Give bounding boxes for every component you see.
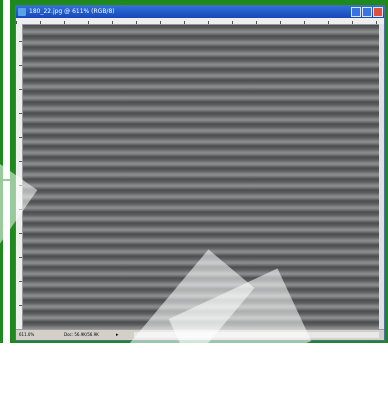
close-button[interactable]: [373, 7, 383, 17]
document-size-info: Doc: 56.9K/56.9K: [64, 332, 99, 337]
maximize-button[interactable]: [362, 7, 372, 17]
photoshop-app-icon: [18, 8, 26, 16]
status-bar: 611.0% Doc: 56.9K/56.9K ▸: [16, 329, 384, 340]
zoom-level[interactable]: 611.0%: [19, 330, 34, 340]
document-window[interactable]: 180_22.jpg @ 611% (RGB/8) 611.0% Doc: 56…: [15, 5, 385, 341]
document-titlebar[interactable]: 180_22.jpg @ 611% (RGB/8): [16, 6, 384, 18]
minimize-button[interactable]: [351, 7, 361, 17]
document-title: 180_22.jpg @ 611% (RGB/8): [29, 8, 115, 15]
vertical-scrollbar[interactable]: [379, 24, 384, 330]
status-menu-arrow-icon[interactable]: ▸: [116, 330, 119, 340]
image-canvas[interactable]: [23, 25, 379, 330]
vertical-ruler: [16, 24, 23, 330]
left-green-bar: [0, 0, 3, 343]
horizontal-scrollbar[interactable]: [134, 332, 379, 338]
horizontal-ruler: [16, 18, 384, 25]
